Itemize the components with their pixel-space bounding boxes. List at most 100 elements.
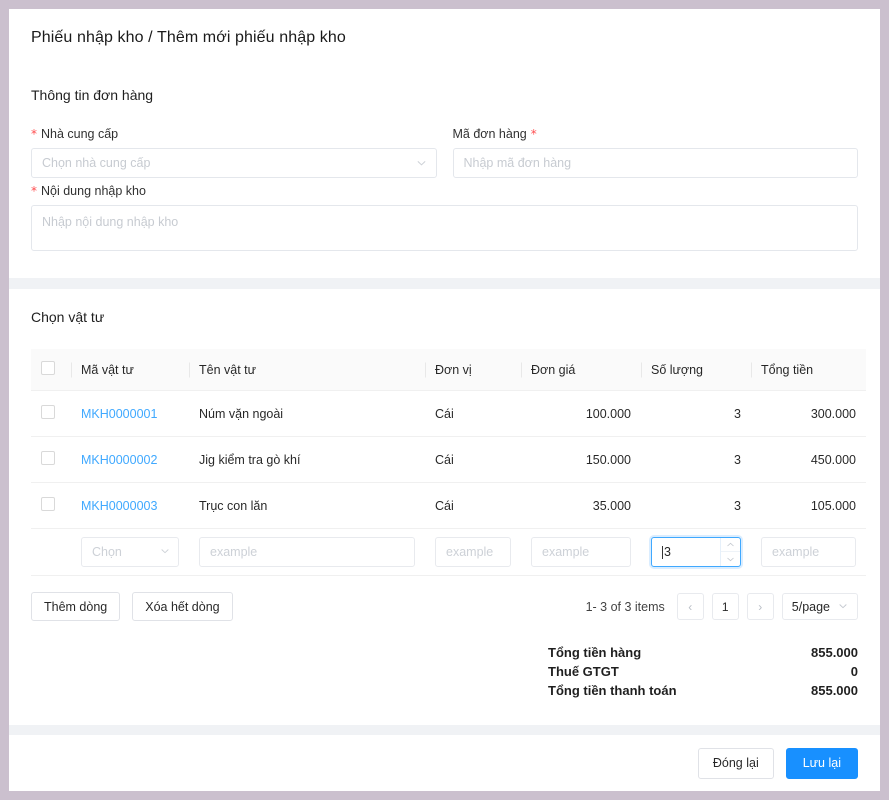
order-info-row-2: * Nội dung nhập kho (31, 184, 858, 254)
select-all-checkbox[interactable] (41, 361, 55, 375)
new-row-qty-value-wrap: 3 (652, 545, 720, 559)
row-total: 450.000 (751, 436, 866, 483)
stepper-handles (720, 538, 740, 566)
row-code: MKH0000003 (71, 482, 189, 529)
supplier-field-wrapper: * Nhà cung cấp Chọn nhà cung cấp (31, 127, 437, 178)
new-row-code-select[interactable]: Chọn (81, 537, 179, 567)
stepper-up-icon[interactable] (721, 538, 740, 552)
total-vat-label: Thuế GTGT (548, 664, 619, 679)
row-price: 150.000 (521, 436, 641, 483)
row-unit: Cái (425, 436, 521, 483)
row-code: MKH0000002 (71, 436, 189, 483)
pagination: 1- 3 of 3 items ‹ 1 › 5/page (586, 593, 858, 620)
table-row: MKH0000003 Trục con lăn Cái 35.000 3 105… (31, 482, 866, 529)
content-label-text: Nội dung nhập kho (41, 184, 146, 198)
chevron-down-icon (160, 545, 170, 559)
row-checkbox[interactable] (41, 405, 55, 419)
total-goods-label: Tổng tiền hàng (548, 645, 642, 660)
save-button[interactable]: Lưu lại (785, 747, 858, 779)
row-name: Núm vặn ngoài (189, 390, 425, 437)
new-row-price-input[interactable] (531, 537, 631, 567)
materials-table: Mã vật tư Tên vật tư Đơn vị Đơn giá Số l… (31, 349, 866, 576)
supplier-select-wrap: Chọn nhà cung cấp (31, 148, 437, 178)
row-checkbox-cell (31, 482, 71, 529)
row-code: MKH0000001 (71, 390, 189, 437)
materials-section-title: Chọn vật tư (31, 309, 105, 325)
row-name: Trục con lăn (189, 482, 425, 529)
order-code-label: Mã đơn hàng * (453, 127, 859, 141)
clear-rows-button[interactable]: Xóa hết dòng (132, 592, 233, 621)
supplier-label-text: Nhà cung cấp (41, 127, 119, 141)
new-row-name-input[interactable] (199, 537, 415, 567)
page-size-select[interactable]: 5/page (781, 593, 858, 620)
supplier-field: * Nhà cung cấp Chọn nhà cung cấp (31, 127, 437, 178)
content-label: * Nội dung nhập kho (31, 184, 858, 198)
row-checkbox[interactable] (41, 497, 55, 511)
row-qty: 3 (641, 482, 751, 529)
header-price: Đơn giá (521, 349, 641, 391)
text-cursor-icon (662, 545, 663, 559)
footer-divider (9, 725, 880, 735)
table-row: MKH0000002 Jig kiểm tra gò khí Cái 150.0… (31, 436, 866, 483)
total-goods-value: 855.000 (811, 645, 858, 660)
material-code-link[interactable]: MKH0000003 (81, 499, 157, 513)
content-textarea[interactable] (31, 205, 858, 251)
row-total: 105.000 (751, 482, 866, 529)
row-checkbox-cell (31, 390, 71, 437)
new-row-code-cell: Chọn (71, 528, 189, 576)
page-title: Phiếu nhập kho / Thêm mới phiếu nhập kho (31, 29, 346, 46)
required-asterisk-icon: * (31, 127, 37, 141)
page-footer: Đóng lại Lưu lại (9, 735, 880, 791)
page-size-label: 5/page (791, 599, 830, 614)
materials-card: Chọn vật tư Mã vật tư Tên vật tư Đơn vị … (9, 289, 880, 723)
total-payment-value: 855.000 (811, 683, 858, 698)
total-goods-line: Tổng tiền hàng 855.000 (548, 643, 858, 662)
content-field: * Nội dung nhập kho (31, 184, 858, 254)
materials-table-head: Mã vật tư Tên vật tư Đơn vị Đơn giá Số l… (31, 349, 866, 391)
app-window: Phiếu nhập kho / Thêm mới phiếu nhập kho… (9, 9, 880, 791)
new-row-code-select-label: Chọn (92, 545, 122, 559)
row-unit: Cái (425, 390, 521, 437)
page-header: Phiếu nhập kho / Thêm mới phiếu nhập kho (9, 9, 880, 67)
add-row-button[interactable]: Thêm dòng (31, 592, 121, 621)
header-total: Tổng tiền (751, 349, 866, 391)
header-qty: Số lượng (641, 349, 751, 391)
row-price: 35.000 (521, 482, 641, 529)
new-row-col6-input[interactable] (761, 537, 856, 567)
row-unit: Cái (425, 482, 521, 529)
supplier-select[interactable]: Chọn nhà cung cấp (31, 148, 437, 178)
new-row-qty-value: 3 (664, 545, 671, 559)
row-name: Jig kiểm tra gò khí (189, 436, 425, 483)
total-vat-line: Thuế GTGT 0 (548, 662, 858, 681)
pagination-page-1[interactable]: 1 (711, 593, 739, 620)
material-code-link[interactable]: MKH0000002 (81, 453, 157, 467)
pagination-next-button[interactable]: › (746, 593, 774, 620)
order-code-input[interactable] (452, 148, 858, 178)
header-unit: Đơn vị (425, 349, 521, 391)
section-divider (9, 278, 880, 289)
totals-list: Tổng tiền hàng 855.000 Thuế GTGT 0 Tổng … (548, 643, 858, 700)
row-action-buttons: Thêm dòng Xóa hết dòng (31, 592, 233, 621)
close-button[interactable]: Đóng lại (697, 747, 774, 779)
material-code-link[interactable]: MKH0000001 (81, 407, 157, 421)
total-payment-label: Tổng tiền thanh toán (548, 683, 677, 698)
row-checkbox[interactable] (41, 451, 55, 465)
order-code-field: Mã đơn hàng * (452, 127, 859, 178)
row-qty: 3 (641, 390, 751, 437)
new-row-unit-input[interactable] (435, 537, 511, 567)
new-row-price-cell (521, 528, 641, 576)
header-name: Tên vật tư (189, 349, 425, 391)
new-row-unit-cell (425, 528, 521, 576)
order-code-label-text: Mã đơn hàng (452, 127, 527, 141)
row-total: 300.000 (751, 390, 866, 437)
required-asterisk-icon: * (31, 184, 37, 198)
order-info-row-1: * Nhà cung cấp Chọn nhà cung cấp Mã đơn … (31, 127, 858, 178)
stepper-down-icon[interactable] (721, 552, 740, 566)
new-row-qty-stepper[interactable]: 3 (651, 537, 741, 567)
row-qty: 3 (641, 436, 751, 483)
order-info-section-title: Thông tin đơn hàng (31, 87, 154, 103)
header-select-all (31, 349, 71, 391)
order-code-field-wrapper: Mã đơn hàng * (452, 127, 859, 178)
pagination-prev-button[interactable]: ‹ (676, 593, 704, 620)
table-row: MKH0000001 Núm vặn ngoài Cái 100.000 3 3… (31, 390, 866, 437)
